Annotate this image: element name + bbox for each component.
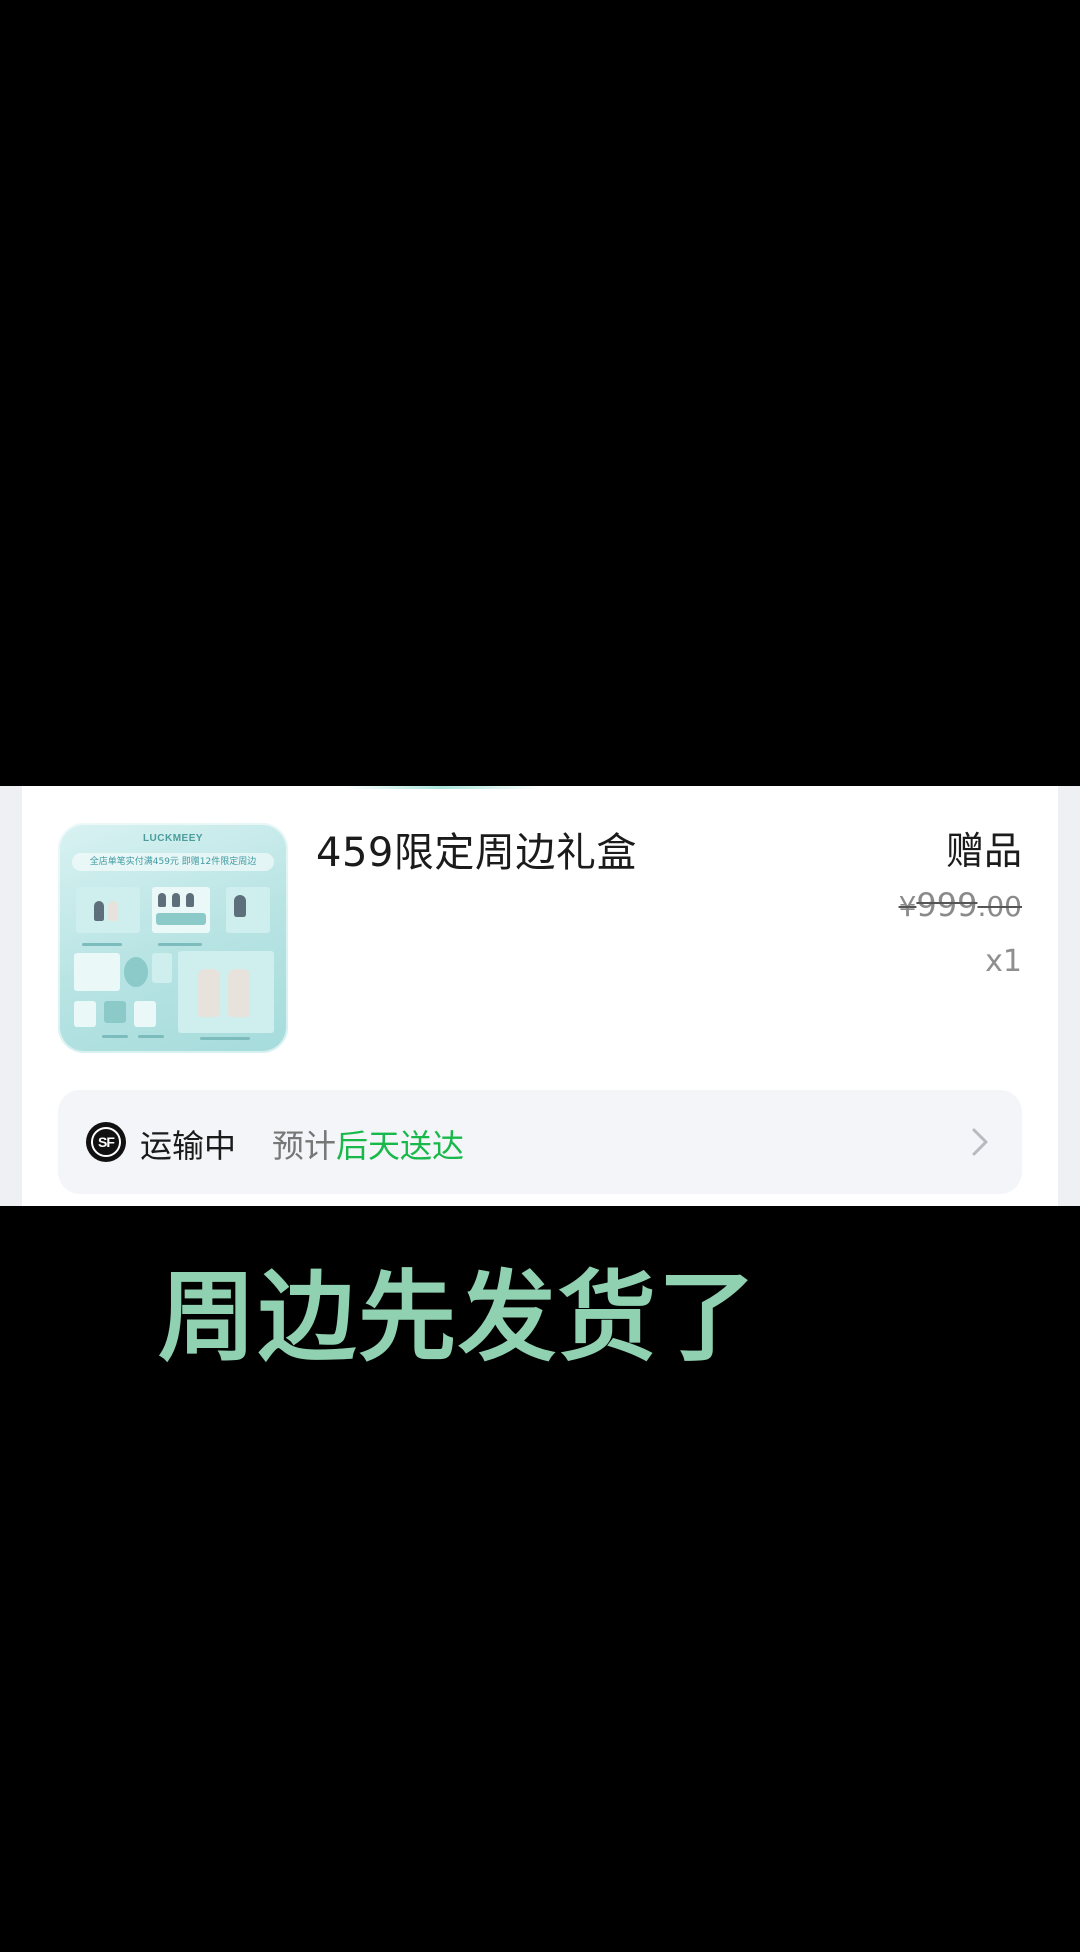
product-thumbnail[interactable]: LUCKMEEY 全店单笔实付满459元 即赠12件限定周边 xyxy=(58,823,288,1053)
thumbnail-brand: LUCKMEEY xyxy=(142,833,204,844)
card-top-accent xyxy=(342,786,542,789)
product-title[interactable]: 459限定周边礼盒 xyxy=(316,820,637,878)
thumbnail-caption-line xyxy=(102,1035,128,1038)
thumbnail-card-strip xyxy=(156,913,206,925)
thumbnail-figure xyxy=(94,901,104,921)
thumbnail-figure xyxy=(198,969,220,1017)
video-caption: 周边先发货了 xyxy=(158,1261,759,1375)
shipping-status-bar[interactable]: SF 运输中 预计 后天送达 xyxy=(58,1090,1022,1194)
thumbnail-figure xyxy=(108,901,118,921)
thumbnail-calligraphy xyxy=(74,953,120,991)
thumbnail-caption-line xyxy=(158,943,202,946)
chevron-right-icon[interactable] xyxy=(962,1124,998,1160)
order-item-screenshot: LUCKMEEY 全店单笔实付满459元 即赠12件限定周边 459限定周边礼盒… xyxy=(0,786,1080,1206)
thumbnail-ticket xyxy=(134,1001,156,1027)
thumbnail-sticker xyxy=(74,1001,96,1027)
thumbnail-notebook xyxy=(226,887,270,933)
eta-prefix: 预计 xyxy=(272,1127,337,1165)
thumbnail-caption-line xyxy=(138,1035,164,1038)
eta-value: 后天送达 xyxy=(336,1127,465,1165)
sf-express-mark: SF xyxy=(91,1127,121,1157)
quantity: x1 xyxy=(985,944,1022,979)
thumbnail-badge xyxy=(124,957,148,987)
price-integer: 999 xyxy=(916,886,978,924)
shipping-status: 运输中 xyxy=(140,1127,237,1165)
thumbnail-photo-print xyxy=(178,951,274,1033)
thumbnail-figure xyxy=(234,895,246,917)
order-item-card[interactable]: LUCKMEEY 全店单笔实付满459元 即赠12件限定周边 459限定周边礼盒… xyxy=(22,786,1058,1206)
thumbnail-caption-line xyxy=(200,1037,250,1040)
thumbnail-promo-banner: 全店单笔实付满459元 即赠12件限定周边 xyxy=(72,853,274,871)
thumbnail-figure xyxy=(186,893,194,907)
sf-express-icon: SF xyxy=(86,1122,126,1162)
thumbnail-caption-line xyxy=(82,943,122,946)
thumbnail-figure xyxy=(228,969,250,1017)
thumbnail-cup xyxy=(104,1001,126,1023)
video-frame: LUCKMEEY 全店单笔实付满459元 即赠12件限定周边 459限定周边礼盒… xyxy=(0,0,1080,1952)
thumbnail-keychain xyxy=(152,953,172,983)
thumbnail-figure xyxy=(172,893,180,907)
thumbnail-figure xyxy=(158,893,166,907)
original-price: ¥999.00 xyxy=(899,886,1022,924)
price-decimal: .00 xyxy=(977,890,1022,923)
gift-label: 赠品 xyxy=(945,829,1022,873)
price-currency-symbol: ¥ xyxy=(898,890,917,923)
